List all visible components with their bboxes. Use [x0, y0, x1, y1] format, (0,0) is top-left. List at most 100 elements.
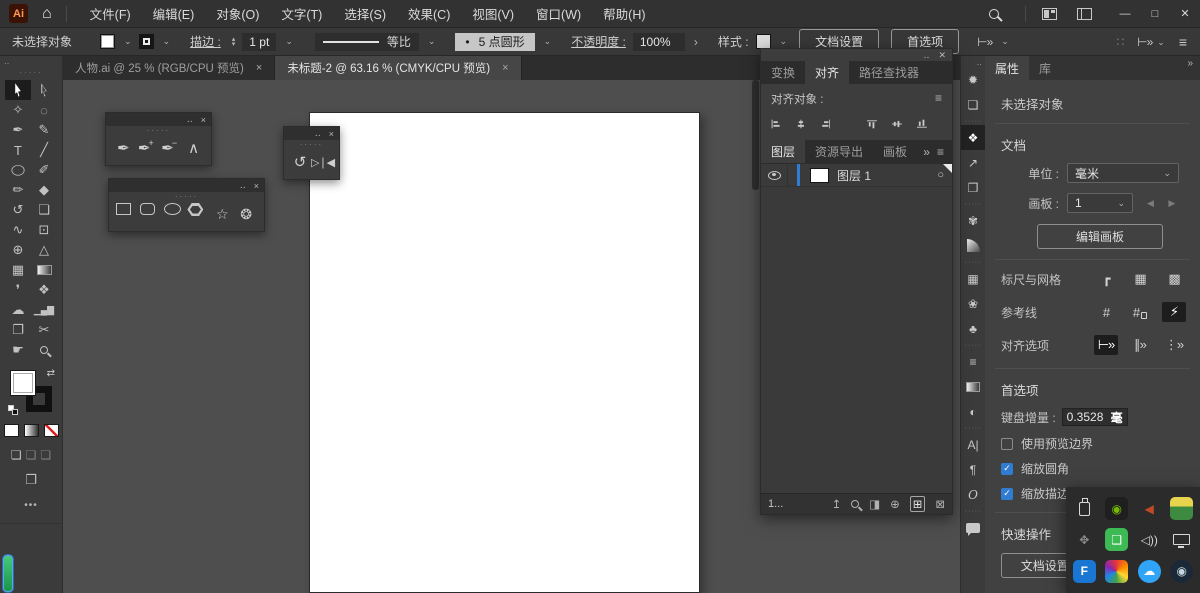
align-panel-menu-icon[interactable]: ≡ [935, 91, 942, 107]
blend-tool[interactable]: ❖ [31, 280, 57, 300]
menu-item[interactable]: 帮助(H) [592, 0, 656, 28]
menu-item[interactable]: 文字(T) [270, 0, 333, 28]
symbols-icon[interactable]: ♣ [961, 316, 985, 341]
snap-glyph-icon[interactable]: ⋮» [1162, 335, 1186, 355]
polygon-tool[interactable] [187, 203, 209, 225]
gradient-icon[interactable] [961, 374, 985, 399]
screen-mode-button[interactable]: ❐ [0, 472, 62, 488]
pen-tool[interactable]: ✒ [5, 120, 31, 140]
magic-wand-tool[interactable]: ✧ [5, 100, 31, 120]
panel-tab[interactable]: 属性 [985, 56, 1029, 80]
layer-row[interactable]: 图层 1 ○ [761, 164, 952, 187]
visibility-eye-icon[interactable] [768, 171, 781, 180]
ai-logo-icon[interactable]: Ai [9, 4, 28, 23]
edit-artboards-button[interactable]: 编辑画板 [1037, 224, 1163, 249]
mesh-tool[interactable]: ▦ [5, 260, 31, 280]
symbol-tools-icon[interactable]: ❀ [961, 291, 985, 316]
keyboard-increment-field[interactable]: 0.3528 毫 [1062, 408, 1128, 426]
paragraph-icon[interactable]: ¶ [961, 457, 985, 482]
align-horizontal-center-icon[interactable] [796, 117, 806, 131]
gradient-tool[interactable] [31, 260, 57, 280]
move-tray-icon[interactable]: ✥ [1073, 528, 1096, 551]
selection-tool[interactable] [5, 80, 31, 100]
panel-tab[interactable]: 变换 [761, 61, 805, 84]
eraser-tool[interactable]: ◆ [31, 180, 57, 200]
type-tool[interactable]: T [5, 140, 31, 160]
free-transform-tool[interactable]: ⊡ [31, 220, 57, 240]
lock-guides-icon[interactable]: # [1128, 302, 1152, 322]
perspective-grid-tool[interactable]: △ [31, 240, 57, 260]
dock-panel-icon[interactable] [961, 341, 985, 349]
stroke-color-swatch[interactable] [139, 34, 154, 49]
paintbrush-tool[interactable]: ✐ [31, 160, 57, 180]
panel-close-icon[interactable]: × [201, 115, 206, 125]
menu-item[interactable]: 文件(F) [79, 0, 142, 28]
minimize-button[interactable]: — [1110, 0, 1140, 28]
artboard-tool[interactable]: ❐ [5, 320, 31, 340]
hand-tool[interactable]: ☛ [5, 340, 31, 360]
stroke-weight-dropdown-icon[interactable]: ⌄ [285, 36, 293, 47]
rectangle-tool[interactable] [116, 203, 138, 225]
color-icon[interactable]: ✾ [961, 208, 985, 233]
panel-collapse-icon[interactable]: ‥ [923, 50, 929, 61]
panel-tab[interactable]: 画板 [873, 140, 917, 163]
canvas-vertical-scrollbar[interactable] [752, 80, 759, 190]
draw-inside-icon[interactable]: ❏ [40, 448, 51, 462]
panel-drag-handle[interactable]: ····· [284, 140, 339, 150]
transparency-grid-icon[interactable]: ▩ [1162, 269, 1186, 289]
slice-tool[interactable]: ✂ [31, 320, 57, 340]
style-swatch[interactable] [756, 34, 771, 49]
brush-dropdown[interactable]: • 5 点圆形 [455, 33, 534, 51]
dock-panel-icon[interactable] [961, 424, 985, 432]
collect-for-export-icon[interactable]: ↥ [832, 497, 842, 511]
home-icon[interactable]: ⌂ [42, 5, 52, 23]
audio-device-icon[interactable]: ◀ [1138, 497, 1161, 520]
layer-thumbnail[interactable] [810, 168, 829, 183]
symbol-sprayer-tool[interactable]: ☁ [5, 300, 31, 320]
opacity-expand-icon[interactable]: › [694, 35, 698, 49]
panel-close-icon[interactable]: × [329, 129, 334, 139]
menu-item[interactable]: 编辑(E) [142, 0, 206, 28]
opacity-value[interactable]: 100% [633, 33, 685, 51]
artboard-pager-icons[interactable]: ◀ ▶ [1147, 198, 1181, 209]
document-tab[interactable]: 未标题-2 @ 63.16 % (CMYK/CPU 预览) × [275, 56, 521, 80]
panel-tab[interactable]: 图层 [761, 140, 805, 163]
format-factory-icon[interactable]: F [1073, 560, 1096, 583]
panel-close-icon[interactable]: × [254, 181, 259, 191]
artboard-select[interactable]: 1 ⌄ [1067, 193, 1133, 213]
anchor-point-tool[interactable]: ∧ [183, 137, 205, 159]
align-to-dropdown-icon[interactable]: ⌄ [1001, 36, 1009, 47]
panel-collapse-icon[interactable]: ‥ [187, 114, 193, 125]
panel-tab[interactable]: 库 [1029, 56, 1061, 80]
eyedropper-tool[interactable]: ❜ [5, 280, 31, 300]
volume-icon[interactable]: ◁)) [1138, 528, 1161, 551]
smart-guides-icon[interactable]: ⚡ [1162, 302, 1186, 322]
draw-normal-icon[interactable]: ❏ [11, 448, 22, 462]
swap-fill-stroke-icon[interactable]: ⇄ [47, 368, 55, 379]
arrange-documents-icon[interactable] [1042, 8, 1057, 20]
style-dropdown-icon[interactable]: ⌄ [780, 36, 788, 47]
stroke-profile-dropdown[interactable]: 等比 [315, 33, 419, 51]
align-vertical-center-icon[interactable] [892, 117, 902, 131]
align-bottom-icon[interactable] [917, 117, 927, 131]
clipping-mask-icon[interactable]: ◨ [869, 497, 880, 511]
taskbar-app-icon[interactable] [3, 555, 13, 592]
rotate-tool[interactable]: ↺ [289, 151, 311, 173]
stroke-weight-stepper[interactable]: ▴▾ [232, 37, 236, 47]
opacity-label[interactable]: 不透明度 : [571, 33, 626, 50]
snap-grid-icon[interactable]: ∥» [1128, 335, 1152, 355]
locate-object-icon[interactable] [851, 500, 859, 508]
fill-color-swatch[interactable] [100, 34, 115, 49]
artboards-icon[interactable]: ❐ [961, 175, 985, 200]
rotate-tool[interactable]: ↺ [5, 200, 31, 220]
pen-tool[interactable]: ✒ [112, 137, 134, 159]
scenery-app-icon[interactable] [1170, 497, 1193, 520]
snap-options-icon[interactable]: ⊢» [1137, 35, 1152, 49]
lasso-tool[interactable]: ◌ [31, 100, 57, 120]
align-left-icon[interactable] [771, 117, 781, 131]
pattern-icon[interactable]: ▦ [961, 266, 985, 291]
layer-name[interactable]: 图层 1 [837, 167, 937, 184]
opentype-icon[interactable]: O [961, 482, 985, 507]
grid-icon[interactable]: ▦ [1128, 269, 1152, 289]
panel-drag-handle[interactable]: ····· [106, 126, 211, 136]
